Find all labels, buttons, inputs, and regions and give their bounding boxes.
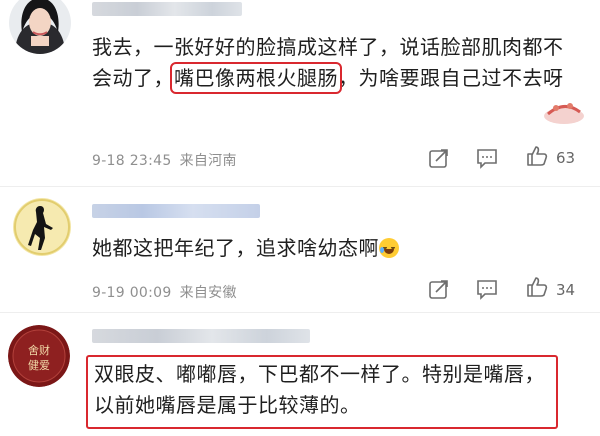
comment-text-part: 她都这把年纪了，追求啥幼态啊 [92,236,379,260]
username-blurred[interactable] [92,204,260,218]
silhouette-avatar-icon [13,198,71,256]
highlighted-text: 嘴巴像两根火腿肠 [170,62,342,94]
red-seal-avatar-icon: 舍财 健爱 [8,325,70,387]
avatar[interactable]: 舍财 健爱 [8,325,70,387]
like-icon[interactable] [526,276,548,298]
sticker-icon [544,103,584,124]
comment-meta: 9-19 00:09 来自安徽 [92,282,245,302]
comment-text-part: 双眼皮、嘟嘟唇，下巴都不一样了。特别是嘴唇，以前她嘴唇是属于比较薄的。 [94,362,545,417]
like-count: 63 [556,149,576,167]
comment-text: 双眼皮、嘟嘟唇，下巴都不一样了。特别是嘴唇，以前她嘴唇是属于比较薄的。 [94,359,548,421]
comment-text: 她都这把年纪了，追求啥幼态啊 [92,233,574,264]
svg-text:健爱: 健爱 [28,359,50,372]
comment-3: 舍财 健爱 双眼皮、嘟嘟唇，下巴都不一样了。特别是嘴唇，以前她嘴唇是属于比较薄的… [0,313,600,436]
timestamp: 9-19 00:09 [92,285,172,301]
username-blurred[interactable] [92,329,310,343]
comment-1: 我去，一张好好的脸搞成这样了，说话脸部肌肉都不会动了，嘴巴像两根火腿肠，为啥要跟… [0,0,600,186]
avatar[interactable] [9,0,71,54]
comment-meta: 9-18 23:45 来自河南 [92,150,245,170]
comment-text-part: ，为啥要跟自己过不去呀 [338,66,564,90]
laugh-cry-emoji-icon [379,238,399,258]
comment-icon[interactable] [476,147,498,169]
comment-text: 我去，一张好好的脸搞成这样了，说话脸部肌肉都不会动了，嘴巴像两根火腿肠，为啥要跟… [92,32,574,94]
share-icon[interactable] [428,147,450,169]
avatar[interactable] [13,198,71,256]
share-icon[interactable] [428,278,450,300]
timestamp: 9-18 23:45 [92,153,172,169]
location: 来自安徽 [179,285,237,301]
username-blurred[interactable] [92,2,242,16]
woman-portrait-avatar-icon [9,0,71,54]
comment-icon[interactable] [476,278,498,300]
comment-2: 她都这把年纪了，追求啥幼态啊 9-19 00:09 来自安徽 34 [0,187,600,311]
like-icon[interactable] [526,145,548,167]
svg-text:舍财: 舍财 [28,343,50,357]
location: 来自河南 [179,153,237,169]
like-count: 34 [556,281,576,299]
